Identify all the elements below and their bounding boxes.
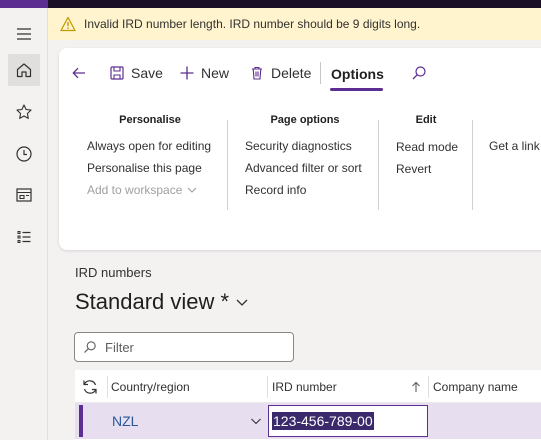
column-header-ird-number-label: IRD number — [272, 379, 337, 394]
column-separator — [267, 376, 268, 398]
sort-ascending-icon — [412, 381, 420, 392]
add-to-workspace-label: Add to workspace — [87, 183, 183, 197]
refresh-icon — [83, 379, 97, 394]
save-label: Save — [131, 65, 163, 81]
row-selection-marker — [79, 405, 83, 437]
page-title: Standard view * — [75, 289, 230, 314]
save-button[interactable]: Save — [109, 60, 163, 86]
save-icon — [110, 66, 124, 80]
plus-icon — [180, 66, 194, 80]
chevron-down-icon[interactable] — [250, 415, 262, 427]
table-row[interactable]: NZL 123-456-789-00 — [75, 403, 541, 439]
refresh-button[interactable] — [81, 370, 103, 403]
list-icon[interactable] — [8, 221, 40, 253]
new-label: New — [201, 65, 230, 81]
ird-number-value: 123-456-789-00 — [272, 412, 374, 430]
add-to-workspace-button[interactable]: Add to workspace — [87, 183, 197, 197]
country-cell[interactable]: NZL — [112, 403, 262, 439]
delete-label: Delete — [271, 65, 312, 81]
top-accent — [0, 0, 48, 8]
column-separator — [428, 376, 429, 398]
back-arrow-icon — [72, 67, 85, 79]
group-separator — [227, 120, 228, 210]
record-info-button[interactable]: Record info — [245, 183, 306, 197]
column-header-country[interactable]: Country/region — [111, 370, 190, 403]
revert-button[interactable]: Revert — [396, 162, 431, 176]
nav-rail — [0, 8, 48, 440]
tab-options-underline — [330, 88, 383, 91]
tab-options[interactable]: Options — [323, 60, 392, 88]
group-personalise-title: Personalise — [119, 114, 181, 126]
group-page-options: Page options — [245, 114, 365, 126]
chevron-down-icon — [236, 299, 248, 306]
chevron-down-icon — [188, 187, 197, 193]
clock-icon[interactable] — [8, 138, 40, 170]
column-header-ird-number[interactable]: IRD number — [272, 370, 422, 403]
group-page-options-title: Page options — [270, 114, 340, 126]
filter-box[interactable] — [74, 332, 294, 362]
trash-icon — [252, 66, 262, 80]
column-separator — [107, 376, 108, 398]
home-icon[interactable] — [8, 54, 40, 86]
breadcrumb: IRD numbers — [75, 265, 152, 280]
action-toolbar: Save New Delete Options — [59, 48, 541, 96]
star-icon[interactable] — [8, 96, 40, 128]
country-value: NZL — [112, 413, 139, 429]
toolbar-divider — [320, 62, 321, 84]
group-separator — [472, 120, 473, 210]
search-button[interactable] — [411, 60, 433, 86]
top-header-strip — [0, 0, 541, 8]
group-personalise: Personalise — [87, 114, 213, 126]
security-diagnostics-button[interactable]: Security diagnostics — [245, 139, 352, 153]
ird-number-field[interactable]: 123-456-789-00 — [268, 405, 428, 437]
group-separator — [378, 120, 379, 210]
warning-icon — [60, 16, 76, 32]
column-header-company[interactable]: Company name — [433, 370, 518, 403]
search-icon — [412, 66, 426, 80]
group-edit: Edit — [391, 114, 461, 126]
back-button[interactable] — [71, 60, 93, 86]
search-icon — [84, 341, 96, 353]
advanced-filter-sort-button[interactable]: Advanced filter or sort — [245, 161, 362, 175]
warning-message-bar: Invalid IRD number length. IRD number sh… — [48, 8, 541, 40]
warning-message-text: Invalid IRD number length. IRD number sh… — [84, 17, 421, 31]
ird-grid: Country/region IRD number Company name N… — [75, 370, 541, 440]
personalise-this-page-button[interactable]: Personalise this page — [87, 161, 202, 175]
action-pane: Save New Delete Options Personalise Alwa… — [59, 48, 541, 250]
grid-header: Country/region IRD number Company name — [75, 370, 541, 403]
read-mode-button[interactable]: Read mode — [396, 140, 458, 154]
filter-input[interactable] — [105, 339, 285, 355]
new-button[interactable]: New — [179, 60, 229, 86]
view-selector[interactable]: Standard view * — [75, 289, 249, 315]
group-edit-title: Edit — [415, 114, 437, 126]
delete-button[interactable]: Delete — [249, 60, 311, 86]
hamburger-menu-icon[interactable] — [8, 18, 40, 50]
always-open-for-editing-button[interactable]: Always open for editing — [87, 139, 211, 153]
workspace-icon[interactable] — [8, 179, 40, 211]
get-a-link-button[interactable]: Get a link — [489, 139, 540, 153]
